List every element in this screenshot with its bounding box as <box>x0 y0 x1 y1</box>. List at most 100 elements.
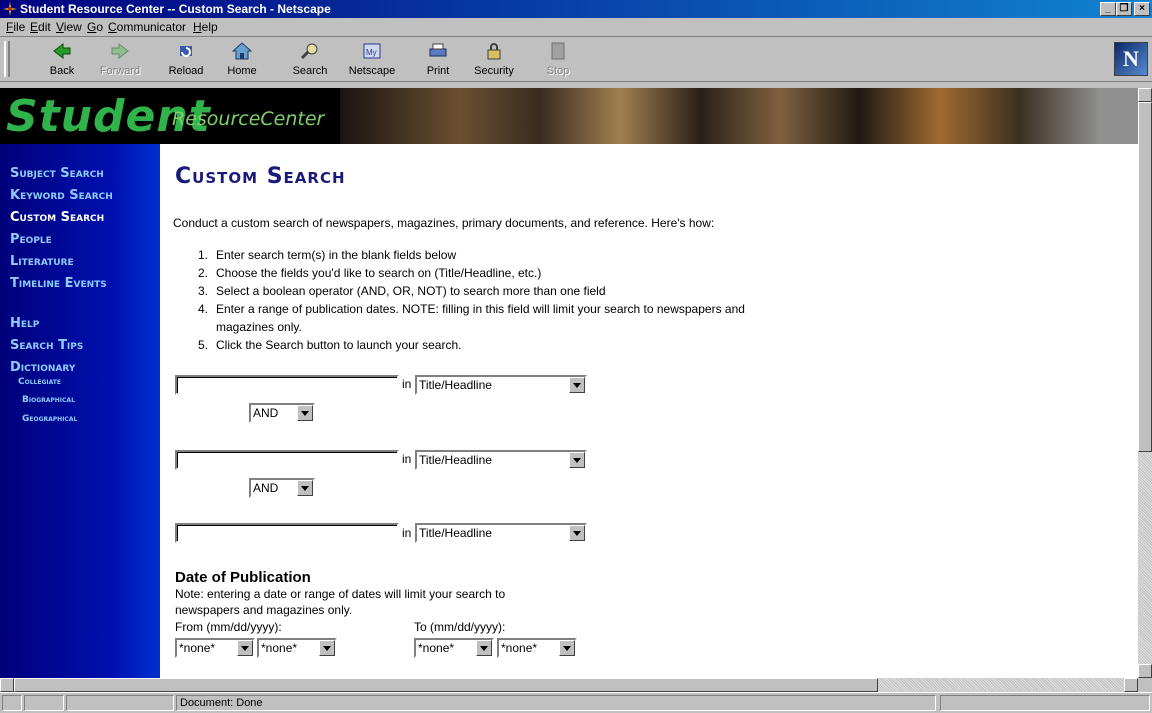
step-number: 1. <box>198 248 209 262</box>
svg-text:My: My <box>366 48 377 57</box>
scroll-right-arrow-icon[interactable] <box>1124 678 1138 692</box>
print-button[interactable]: Print <box>410 39 466 79</box>
scroll-left-arrow-icon[interactable] <box>0 678 14 692</box>
search-icon <box>300 43 318 60</box>
date-note-line1: Note: entering a date or range of dates … <box>175 587 506 601</box>
menu-go[interactable]: Go <box>87 20 103 34</box>
sidebar-subitem-collegiate[interactable]: Collegiate <box>18 377 61 387</box>
sidebar-subitem-geographical[interactable]: Geographical <box>22 414 77 424</box>
security-button[interactable]: Security <box>466 39 522 79</box>
step-text: Enter a range of publication dates. NOTE… <box>216 302 745 316</box>
menu-file[interactable]: File <box>6 20 25 34</box>
main-content: Custom Search Conduct a custom search of… <box>160 144 1138 678</box>
banner-collage-image <box>340 88 1138 144</box>
step-text: Select a boolean operator (AND, OR, NOT)… <box>216 284 606 298</box>
date-of-publication-heading: Date of Publication <box>175 569 311 586</box>
netscape-logo[interactable]: N <box>1114 42 1148 76</box>
maximize-button[interactable]: ❐ <box>1116 2 1132 16</box>
intro-text: Conduct a custom search of newspapers, m… <box>173 216 715 230</box>
sidebar-item-keyword-search[interactable]: Keyword Search <box>10 188 113 203</box>
dropdown-arrow-icon <box>237 640 253 656</box>
menu-bar: File Edit View Go Communicator Help <box>0 18 1152 37</box>
step-text: Click the Search button to launch your s… <box>216 338 462 352</box>
horizontal-scrollbar[interactable] <box>0 678 1138 692</box>
dropdown-arrow-icon <box>297 405 313 421</box>
site-banner: Student ResourceCenter <box>0 88 1138 144</box>
dropdown-arrow-icon <box>559 640 575 656</box>
sidebar-item-custom-search[interactable]: Custom Search <box>10 210 104 225</box>
sidebar-subitem-biographical[interactable]: Biographical <box>22 395 75 405</box>
search-button[interactable]: Search <box>282 39 338 79</box>
field-select-2[interactable]: Title/Headline <box>415 450 587 470</box>
dropdown-arrow-icon <box>569 377 585 393</box>
dropdown-arrow-icon <box>297 480 313 496</box>
search-term-input-2[interactable] <box>175 450 399 470</box>
progress-bar <box>66 695 174 711</box>
security-lock-icon[interactable] <box>2 695 22 711</box>
from-date-label: From (mm/dd/yyyy): <box>175 620 282 634</box>
to-month-select[interactable]: *none* <box>414 638 494 658</box>
dropdown-arrow-icon <box>319 640 335 656</box>
sidebar-item-subject-search[interactable]: Subject Search <box>10 166 104 181</box>
home-icon <box>232 42 252 60</box>
in-label: in <box>402 526 412 540</box>
reload-button[interactable]: Reload <box>158 39 214 79</box>
step-text-continued: magazines only. <box>216 320 302 334</box>
select-value: *none* <box>179 641 216 655</box>
connection-icon <box>24 695 64 711</box>
toolbar-grip[interactable] <box>4 41 10 77</box>
sidebar-item-search-tips[interactable]: Search Tips <box>10 338 83 353</box>
close-button[interactable]: × <box>1134 2 1150 16</box>
my-netscape-icon: My <box>363 43 381 59</box>
menu-view[interactable]: View <box>56 20 82 34</box>
step-number: 2. <box>198 266 209 280</box>
back-arrow-icon <box>53 42 71 60</box>
scroll-up-arrow-icon[interactable] <box>1138 88 1152 102</box>
scroll-down-arrow-icon[interactable] <box>1138 664 1152 678</box>
menu-edit[interactable]: Edit <box>30 20 51 34</box>
netscape-app-icon <box>3 2 17 16</box>
field-select-value: Title/Headline <box>419 526 492 540</box>
step-number: 3. <box>198 284 209 298</box>
status-text: Document: Done <box>176 695 936 711</box>
search-term-input-1[interactable] <box>175 375 399 395</box>
field-select-1[interactable]: Title/Headline <box>415 375 587 395</box>
field-select-value: Title/Headline <box>419 453 492 467</box>
menu-communicator[interactable]: Communicator <box>108 20 186 34</box>
boolean-operator-select-2[interactable]: AND <box>249 478 315 498</box>
horizontal-scroll-thumb[interactable] <box>14 678 878 692</box>
page-title: Custom Search <box>175 164 346 189</box>
forward-arrow-icon <box>111 42 129 60</box>
stop-button[interactable]: Stop <box>530 39 586 79</box>
window-title: Student Resource Center -- Custom Search… <box>20 2 331 16</box>
step-text: Choose the fields you'd like to search o… <box>216 266 542 280</box>
minimize-button[interactable]: _ <box>1100 2 1116 16</box>
sidebar-item-literature[interactable]: Literature <box>10 254 74 269</box>
reload-icon <box>180 46 192 57</box>
search-term-input-3[interactable] <box>175 523 399 543</box>
field-select-3[interactable]: Title/Headline <box>415 523 587 543</box>
title-bar: Student Resource Center -- Custom Search… <box>0 0 1152 18</box>
from-day-select[interactable]: *none* <box>257 638 337 658</box>
vertical-scrollbar[interactable] <box>1138 88 1152 678</box>
dropdown-arrow-icon <box>569 452 585 468</box>
select-value: *none* <box>418 641 455 655</box>
home-button[interactable]: Home <box>214 39 270 79</box>
field-select-value: Title/Headline <box>419 378 492 392</box>
sidebar-item-people[interactable]: People <box>10 232 52 247</box>
vertical-scroll-thumb[interactable] <box>1138 102 1152 452</box>
component-bar[interactable] <box>940 695 1150 711</box>
sidebar-item-timeline-events[interactable]: Timeline Events <box>10 276 107 291</box>
sidebar-item-dictionary[interactable]: Dictionary <box>10 360 75 375</box>
in-label: in <box>402 452 412 466</box>
step-text: Enter search term(s) in the blank fields… <box>216 248 457 262</box>
boolean-operator-select-1[interactable]: AND <box>249 403 315 423</box>
dropdown-arrow-icon <box>569 525 585 541</box>
menu-help[interactable]: Help <box>193 20 218 34</box>
from-month-select[interactable]: *none* <box>175 638 255 658</box>
sidebar-item-help[interactable]: Help <box>10 316 39 331</box>
forward-button[interactable]: Forward <box>92 39 148 79</box>
back-button[interactable]: Back <box>34 39 90 79</box>
to-day-select[interactable]: *none* <box>497 638 577 658</box>
netscape-button[interactable]: My Netscape <box>344 39 400 79</box>
